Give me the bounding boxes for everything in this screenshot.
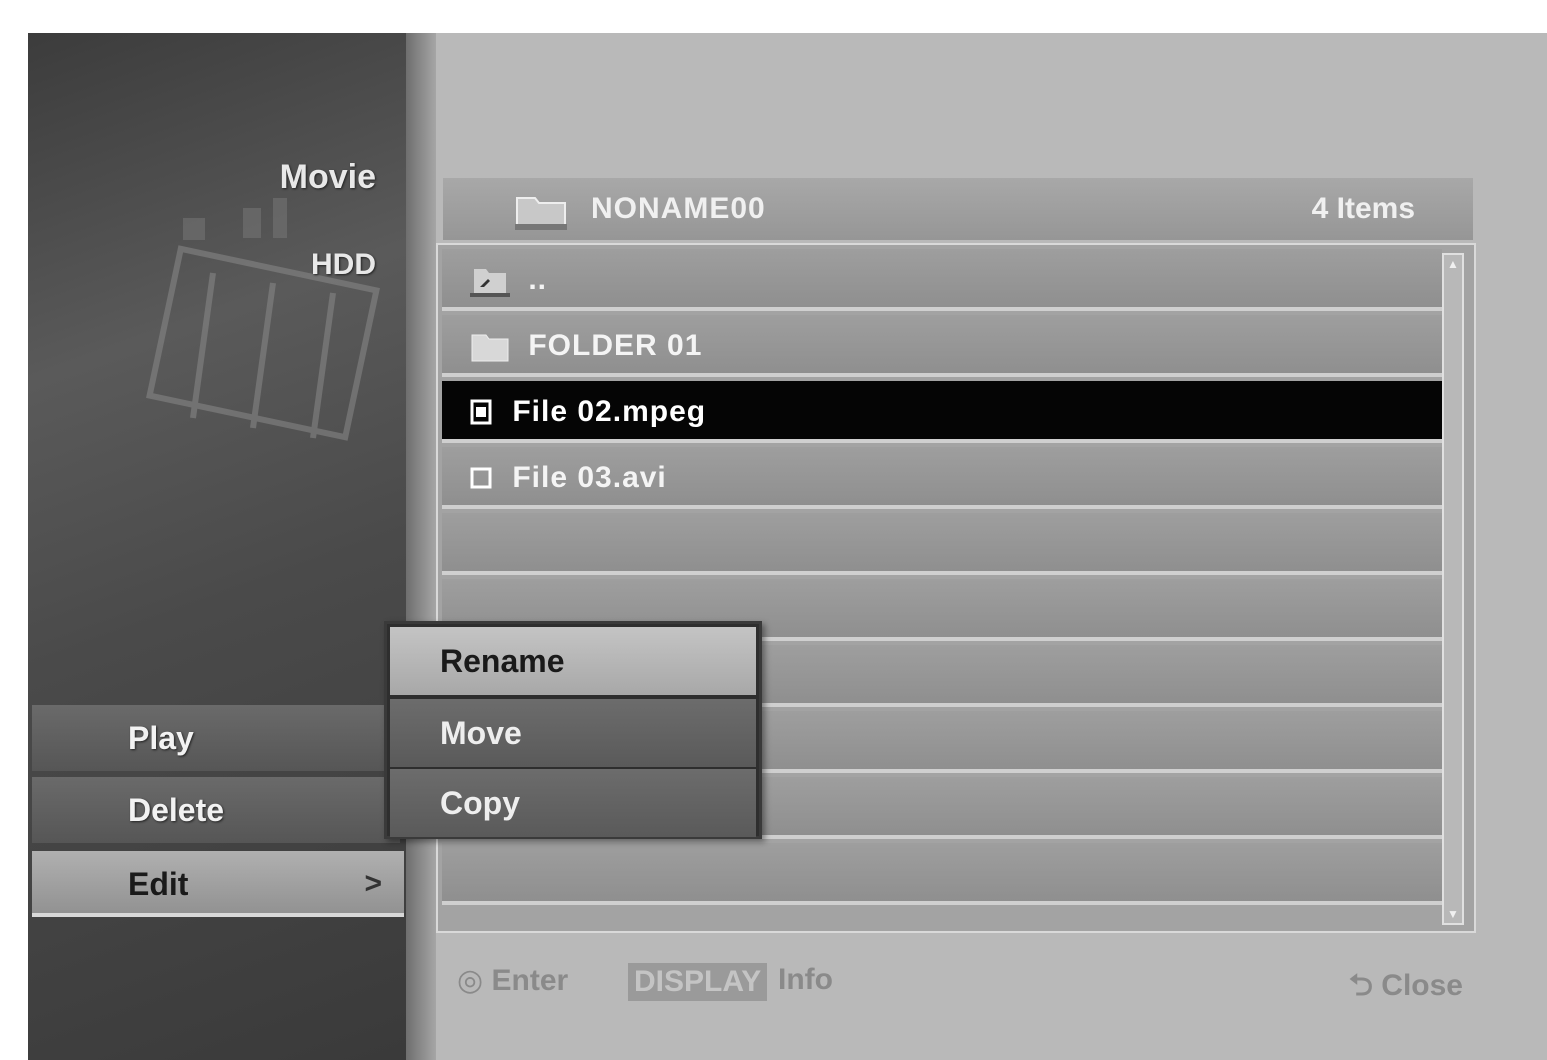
list-row-label: File 03.avi — [512, 461, 667, 495]
folder-icon — [471, 334, 509, 362]
scroll-down-icon[interactable]: ▼ — [1445, 907, 1461, 921]
footer-enter-hint: ◎ Enter — [457, 964, 569, 997]
menu-item-play-label: Play — [128, 720, 194, 756]
list-header: NONAME00 4 Items — [443, 178, 1473, 240]
film-reel-graphic — [146, 198, 380, 441]
submenu-item-rename[interactable]: Rename — [390, 627, 756, 695]
submenu-item-move[interactable]: Move — [390, 699, 756, 767]
display-button-icon: DISPLAY — [628, 963, 768, 1001]
menu-item-edit[interactable]: Edit > — [32, 851, 404, 917]
movie-file-icon — [470, 467, 492, 489]
menu-item-delete[interactable]: Delete — [32, 777, 400, 843]
list-row-label: FOLDER 01 — [528, 329, 703, 363]
list-row-folder[interactable]: FOLDER 01 — [442, 315, 1442, 377]
scroll-up-icon[interactable]: ▲ — [1445, 257, 1461, 271]
scrollbar[interactable]: ▲ ▼ — [1442, 253, 1464, 925]
list-row-empty — [442, 843, 1442, 905]
list-row-file-selected[interactable]: File 02.mpeg — [442, 381, 1442, 443]
menu-item-edit-label: Edit — [128, 866, 189, 902]
item-count: 4 Items — [1311, 192, 1415, 225]
footer-close-hint: ⮌ Close — [1348, 969, 1463, 1002]
footer-hints: ◎ Enter DISPLAY Info ⮌ Close — [443, 953, 1473, 1009]
source-label: HDD — [311, 248, 376, 281]
left-panel: Movie HDD Play Delete Edit > — [28, 33, 406, 1060]
folder-icon — [515, 197, 567, 230]
list-row-empty — [442, 513, 1442, 575]
edit-submenu: Rename Move Copy — [384, 621, 762, 839]
submenu-item-move-label: Move — [440, 715, 522, 751]
chevron-right-icon: > — [364, 867, 382, 900]
media-type-title: Movie — [279, 158, 376, 196]
current-folder-name: NONAME00 — [591, 192, 766, 225]
footer-enter-label: Enter — [491, 964, 569, 997]
parent-folder-icon — [470, 269, 510, 298]
screen: Movie HDD Play Delete Edit > NONAME00 4 … — [28, 33, 1547, 1060]
menu-item-play[interactable]: Play — [32, 705, 400, 771]
submenu-item-copy-label: Copy — [440, 785, 520, 821]
submenu-item-rename-label: Rename — [440, 643, 565, 679]
footer-info-label: Info — [778, 963, 833, 996]
list-row-label: File 02.mpeg — [512, 395, 707, 429]
menu-item-delete-label: Delete — [128, 792, 225, 828]
list-row-label: .. — [528, 263, 548, 297]
list-row-parent[interactable]: .. — [442, 249, 1442, 311]
list-row-file[interactable]: File 03.avi — [442, 447, 1442, 509]
footer-close-label: Close — [1381, 969, 1463, 1002]
movie-file-icon — [470, 399, 492, 425]
panel-divider — [406, 33, 436, 1060]
submenu-item-copy[interactable]: Copy — [390, 769, 756, 837]
